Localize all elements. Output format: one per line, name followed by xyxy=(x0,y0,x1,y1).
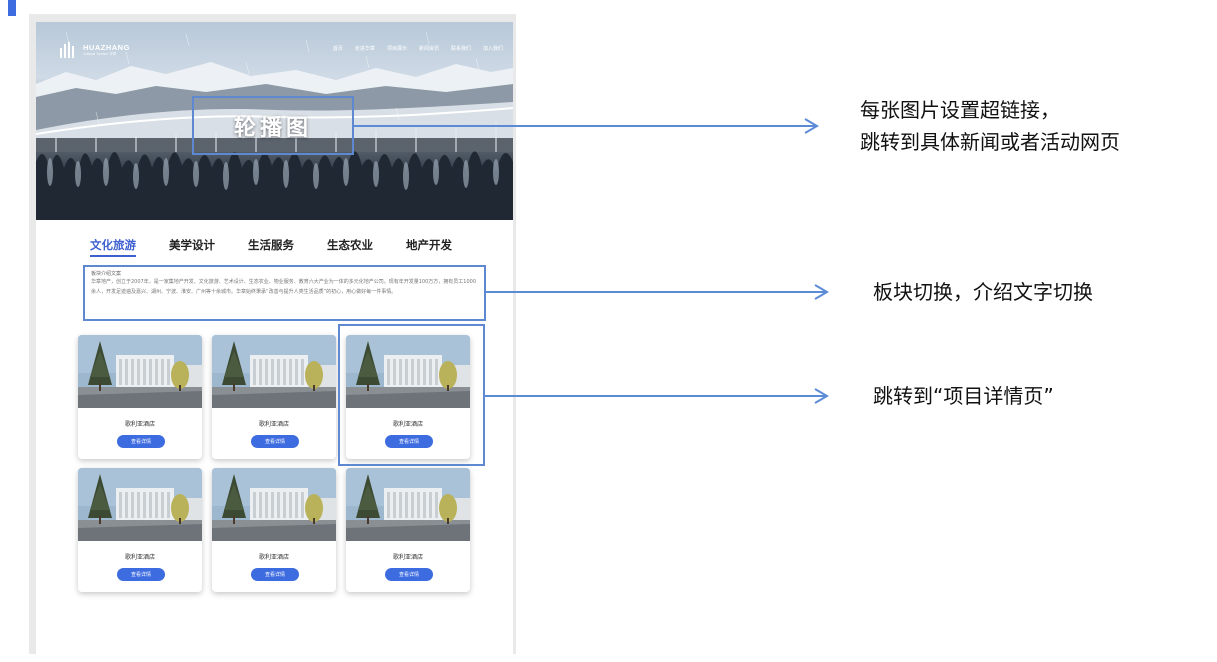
tab-life-services[interactable]: 生活服务 xyxy=(248,237,294,253)
annotation-card: 跳转到“项目详情页” xyxy=(873,384,1054,408)
view-details-button[interactable]: 查看详情 xyxy=(117,435,165,448)
annotation-carousel-line2: 跳转到具体新闻或者活动网页 xyxy=(860,130,1120,154)
tab-real-estate[interactable]: 地产开发 xyxy=(406,237,452,253)
nav-join[interactable]: 加入我们 xyxy=(483,45,503,52)
nav-projects[interactable]: 项目展示 xyxy=(387,45,407,52)
project-image xyxy=(78,468,202,541)
arrow-card xyxy=(485,388,829,404)
annotation-carousel-line1: 每张图片设置超链接， xyxy=(860,98,1060,122)
intro-title: 板块介绍文案 xyxy=(91,271,122,277)
project-name: 歌利亚酒店 xyxy=(258,554,289,561)
project-name: 歌利亚酒店 xyxy=(392,554,423,561)
arrow-tabs xyxy=(485,284,829,300)
brand-name: HUAZHANG xyxy=(83,42,130,52)
category-tabs: 文化旅游 美学设计 生活服务 生态农业 地产开发 xyxy=(90,237,485,257)
annotation-tabs: 板块切换，介绍文字切换 xyxy=(873,280,1093,304)
project-card[interactable]: 歌利亚酒店 查看详情 xyxy=(212,468,336,592)
tab-culture-tourism[interactable]: 文化旅游 xyxy=(90,237,136,257)
card-highlight-box xyxy=(338,324,485,466)
carousel-caption-box[interactable]: 轮播图 xyxy=(192,96,354,155)
logo-icon xyxy=(60,42,78,58)
project-name: 歌利亚酒店 xyxy=(258,421,289,428)
view-details-button[interactable]: 查看详情 xyxy=(251,568,299,581)
tab-eco-agriculture[interactable]: 生态农业 xyxy=(327,237,373,253)
project-card[interactable]: 歌利亚酒店 查看详情 xyxy=(212,335,336,459)
project-name: 歌利亚酒店 xyxy=(124,421,155,428)
carousel-caption: 轮播图 xyxy=(233,115,312,141)
view-details-button[interactable]: 查看详情 xyxy=(385,568,433,581)
project-image xyxy=(78,335,202,408)
project-image xyxy=(212,335,336,408)
view-details-button[interactable]: 查看详情 xyxy=(251,435,299,448)
project-card[interactable]: 歌利亚酒店 查看详情 xyxy=(78,468,202,592)
intro-text: 华章地产，创立于2007年，是一家集地产开发、文化旅游、艺术设计、生态农业、物业… xyxy=(91,279,477,295)
tab-aesthetic-design[interactable]: 美学设计 xyxy=(169,237,215,253)
project-image xyxy=(212,468,336,541)
nav-news[interactable]: 新闻资讯 xyxy=(419,45,439,52)
view-details-button[interactable]: 查看详情 xyxy=(117,568,165,581)
project-card[interactable]: 歌利亚酒店 查看详情 xyxy=(78,335,202,459)
project-card[interactable]: 歌利亚酒店 查看详情 xyxy=(346,468,470,592)
project-image xyxy=(346,468,470,541)
nav-about[interactable]: 走进华章 xyxy=(355,45,375,52)
corner-marker xyxy=(8,0,16,16)
project-name: 歌利亚酒店 xyxy=(124,554,155,561)
top-nav: 首页 走进华章 项目展示 新闻资讯 联系我们 加入我们 xyxy=(333,45,503,52)
nav-contact[interactable]: 联系我们 xyxy=(451,45,471,52)
section-intro-box: 板块介绍文案 华章地产，创立于2007年，是一家集地产开发、文化旅游、艺术设计、… xyxy=(83,265,486,321)
brand-subtitle: Cultural Tourism 华章 xyxy=(83,51,117,56)
arrow-carousel xyxy=(353,118,819,134)
nav-home[interactable]: 首页 xyxy=(333,45,343,52)
brand-logo[interactable]: HUAZHANG Cultural Tourism 华章 xyxy=(60,42,130,58)
